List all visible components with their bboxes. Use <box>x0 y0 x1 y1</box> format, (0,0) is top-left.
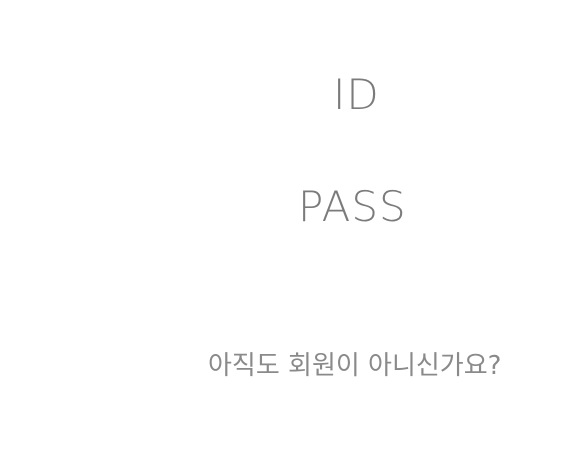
signup-link[interactable]: 아직도 회원이 아니신가요? <box>208 353 501 379</box>
pass-label[interactable]: PASS <box>298 186 407 228</box>
id-label[interactable]: ID <box>333 74 380 116</box>
login-form: ID PASS 아직도 회원이 아니신가요? <box>0 0 563 450</box>
